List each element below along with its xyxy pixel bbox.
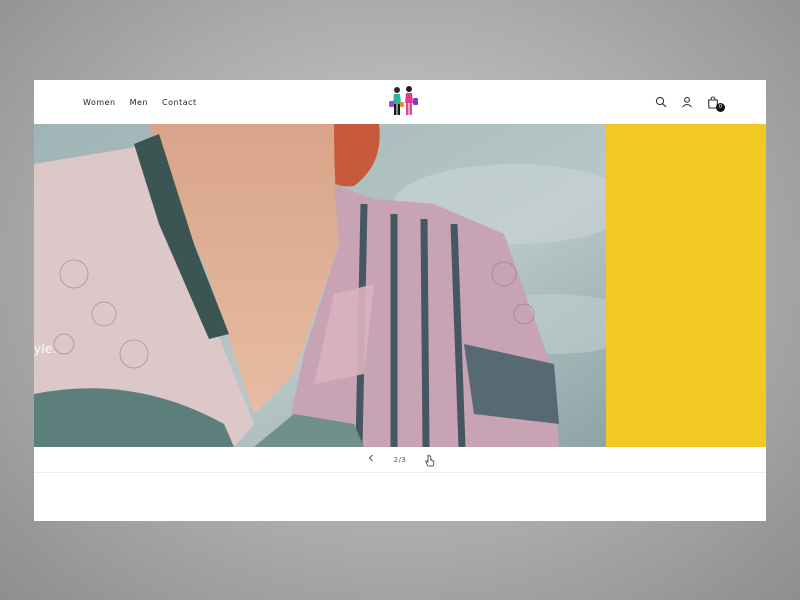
hero-accent-panel xyxy=(606,124,766,447)
store-page: Women Men Contact 0 yle. 2/3 xyxy=(34,80,766,521)
search-icon xyxy=(655,96,667,108)
nav-link-women[interactable]: Women xyxy=(83,98,116,107)
nav-link-men[interactable]: Men xyxy=(130,98,148,107)
hand-cursor-icon xyxy=(425,455,435,467)
cart-button[interactable]: 0 xyxy=(706,95,725,112)
slider-prev-button[interactable] xyxy=(364,454,378,465)
slider-controls: 2/3 xyxy=(34,447,766,473)
hero-image xyxy=(34,124,606,447)
hero-caption: yle. xyxy=(34,342,57,356)
chevron-left-icon xyxy=(368,454,373,462)
account-icon xyxy=(682,96,692,108)
search-button[interactable] xyxy=(654,95,668,109)
shopping-women-logo-icon xyxy=(389,86,418,115)
site-header: Women Men Contact 0 xyxy=(34,80,766,124)
hero-slider: yle. xyxy=(34,124,766,447)
main-nav: Women Men Contact xyxy=(83,80,197,124)
account-button[interactable] xyxy=(680,95,694,109)
cart-count-badge: 0 xyxy=(716,103,725,112)
header-actions: 0 xyxy=(654,80,725,124)
store-logo[interactable] xyxy=(386,84,420,120)
nav-link-contact[interactable]: Contact xyxy=(162,98,197,107)
slide-counter: 2/3 xyxy=(393,455,407,464)
